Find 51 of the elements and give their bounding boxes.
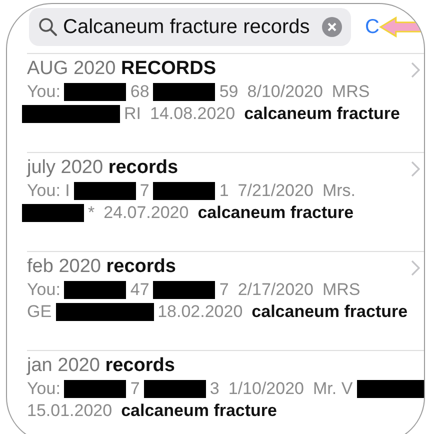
chevron-icon[interactable]: [411, 161, 420, 177]
diagnosis-text: calcaneum fracture: [252, 301, 408, 322]
redaction-bar: [153, 182, 216, 200]
record-text: 24.07.2020: [104, 202, 189, 223]
record-text: MRS: [332, 81, 370, 102]
record-text: 47: [130, 279, 150, 300]
result-title: AUG 2020 RECORDS: [27, 58, 218, 80]
record-text: 15.01.2020: [27, 400, 112, 421]
record-text: 3: [210, 378, 220, 399]
search-icon: [38, 17, 58, 37]
record-text: GE: [27, 301, 52, 322]
clear-icon[interactable]: [322, 17, 342, 37]
diagnosis-text: calcaneum fracture: [198, 202, 354, 223]
chevron-icon[interactable]: [411, 62, 420, 78]
redaction-bar: [64, 380, 126, 398]
chevron-icon[interactable]: [411, 260, 420, 276]
record-text: 18.02.2020: [158, 301, 243, 322]
redaction-bar: [64, 82, 126, 100]
search-field[interactable]: Calcaneum fracture records: [29, 8, 351, 46]
record-text: 68: [130, 81, 150, 102]
record-text: 7/21/2020: [238, 180, 314, 201]
record-text: 8/10/2020: [247, 81, 323, 102]
record-text: 7: [140, 180, 150, 201]
result-title: jan 2020 records: [27, 355, 176, 377]
record-text: MRS: [322, 279, 360, 300]
redaction-bar: [64, 280, 126, 298]
record-text: You:: [27, 378, 60, 399]
redaction-bar: [153, 280, 216, 298]
record-text: Mrs.: [322, 180, 356, 201]
record-text: 7: [130, 378, 140, 399]
result-title: feb 2020 records: [27, 256, 177, 278]
record-text: *: [88, 202, 95, 223]
redaction-bar: [153, 82, 216, 100]
diagnosis-text: calcaneum fracture: [121, 400, 277, 421]
record-text: RI: [124, 103, 141, 124]
cancel-button[interactable]: C: [365, 16, 380, 38]
record-text: 7: [219, 279, 229, 300]
record-text: 59: [219, 81, 238, 102]
record-text: Mr. V: [313, 378, 353, 399]
record-text: You:: [27, 279, 60, 300]
redaction-bar: [144, 380, 206, 398]
record-text: 1: [219, 180, 229, 201]
record-text: 1/10/2020: [228, 378, 304, 399]
diagnosis-text: calcaneum fracture: [244, 103, 400, 124]
redaction-bar: [22, 204, 84, 222]
result-title: july 2020 records: [27, 157, 180, 179]
record-text: You:: [27, 81, 60, 102]
record-text: 2/17/2020: [238, 279, 314, 300]
record-text: 14.08.2020: [150, 103, 236, 124]
redaction-bar: [74, 182, 136, 200]
record-text: You: I: [27, 180, 70, 201]
